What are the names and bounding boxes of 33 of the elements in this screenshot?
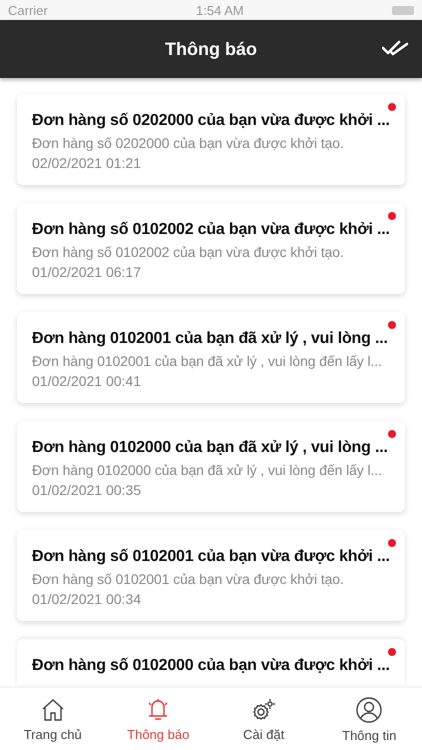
settings-icon — [250, 696, 277, 722]
notification-time: 02/02/2021 01:21 — [32, 155, 142, 171]
notification-time: 01/02/2021 00:34 — [32, 591, 142, 607]
notification-title: Đơn hàng số 0102000 của bạn vừa được khởi ... — [32, 657, 391, 675]
screen-title: Thông báo — [165, 38, 257, 60]
notification-text: Đơn hàng 0102001 của bạn đã xử lý , vui lòng đến lấy l... — [32, 353, 383, 369]
notification-card[interactable]: Đơn hàng 0102000 của bạn đã xử lý , vui lòng ... Đơn hàng 0102000 của bạn đã xử lý , vui lòng đến lấy l... 01/02/2021 00:35 — [17, 421, 405, 512]
notification-title: Đơn hàng số 0102002 của bạn vừa được khởi ... — [32, 221, 391, 239]
notification-card[interactable]: Đơn hàng số 0102002 của bạn vừa được khởi ... Đơn hàng số 0102002 của bạn vừa được khởi tạo. 01/02/2021 06:17 — [17, 203, 405, 294]
notification-time: 01/02/2021 06:17 — [32, 264, 142, 280]
notification-text: Đơn hàng số 0202000 của bạn vừa được khởi tạo. — [32, 135, 345, 151]
tab[interactable]: Thông tin — [316, 688, 422, 750]
notification-title: Đơn hàng số 0102001 của bạn vừa được khởi ... — [32, 548, 391, 566]
notification-time: 01/02/2021 00:41 — [32, 373, 142, 389]
tab[interactable]: Thông báo — [106, 688, 211, 750]
notification-text: Đơn hàng số 0102001 của bạn vừa được khởi tạo. — [32, 571, 345, 587]
double-check-icon[interactable] — [382, 40, 408, 56]
carrier-label: Carrier — [8, 2, 48, 18]
tab[interactable]: Cài đặt — [211, 688, 316, 750]
profile-icon — [355, 696, 384, 724]
notification-card[interactable]: Đơn hàng số 0102001 của bạn vừa được khởi ... Đơn hàng số 0102001 của bạn vừa được khởi tạo. 01/02/2021 00:34 — [17, 530, 405, 621]
notification-title: Đơn hàng 0102000 của bạn đã xử lý , vui lòng ... — [32, 439, 389, 457]
notification-text: Đơn hàng 0102000 của bạn đã xử lý , vui lòng đến lấy l... — [32, 462, 383, 478]
notification-title: Đơn hàng số 0202000 của bạn vừa được khởi ... — [32, 112, 391, 130]
notification-card[interactable]: Đơn hàng số 0202000 của bạn vừa được khởi ... Đơn hàng số 0202000 của bạn vừa được khởi tạo. 02/02/2021 01:21 — [17, 94, 405, 185]
tab[interactable]: Trang chủ — [0, 688, 106, 750]
clock: 1:54 AM — [196, 2, 244, 18]
notification-title: Đơn hàng 0102001 của bạn đã xử lý , vui lòng ... — [32, 330, 389, 348]
battery-icon — [392, 6, 414, 14]
notification-card[interactable]: Đơn hàng số 0102000 của bạn vừa được khởi ... — [17, 639, 405, 685]
notification-text: Đơn hàng số 0102002 của bạn vừa được khởi tạo. — [32, 244, 345, 260]
notification-time: 01/02/2021 00:35 — [32, 482, 142, 498]
notification-card[interactable]: Đơn hàng 0102001 của bạn đã xử lý , vui lòng ... Đơn hàng 0102001 của bạn đã xử lý , vui lòng đến lấy l... 01/02/2021 00:41 — [17, 312, 405, 403]
